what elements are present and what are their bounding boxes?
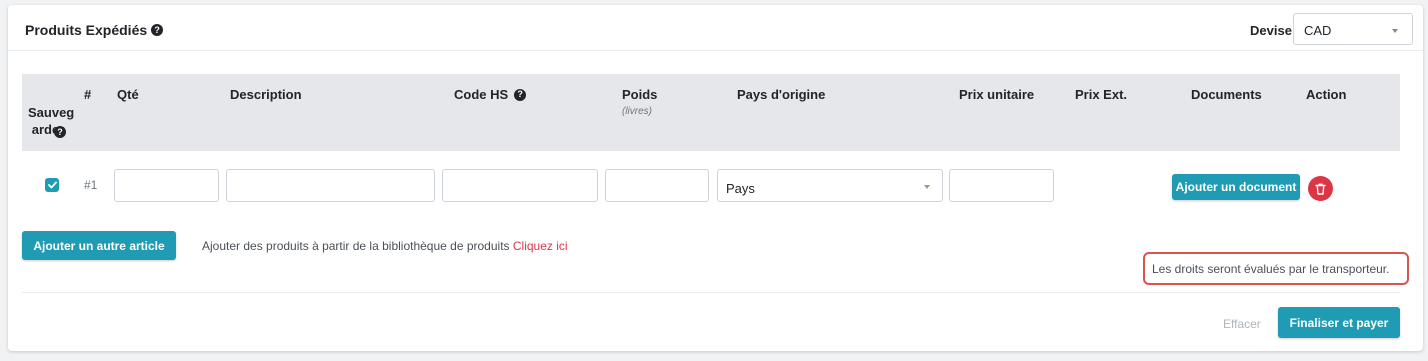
currency-select[interactable]: CAD — [1293, 13, 1413, 45]
footer-divider — [22, 292, 1400, 293]
column-header-origin[interactable]: Pays d'origine — [737, 87, 825, 102]
origin-country-select[interactable]: Pays — [717, 169, 943, 202]
origin-country-placeholder: Pays — [726, 181, 755, 196]
column-header-description[interactable]: Description — [230, 87, 302, 102]
add-document-button[interactable]: Ajouter un document — [1172, 174, 1300, 200]
check-icon — [47, 181, 57, 189]
question-circle-icon[interactable]: ? — [514, 88, 527, 101]
column-header-unit-price[interactable]: Prix unitaire — [959, 87, 1034, 102]
table-header — [22, 74, 1400, 151]
shipped-products-card: Produits Expédiés ? Devise CAD Sauveg ar… — [8, 5, 1423, 351]
library-link[interactable]: Cliquez ici — [513, 239, 568, 253]
column-header-hs-code-label[interactable]: Code HS — [454, 87, 508, 102]
duties-note: Les droits seront évalués par le transpo… — [1152, 262, 1390, 276]
hs-code-input[interactable] — [442, 169, 598, 202]
trash-icon — [1315, 183, 1326, 195]
unit-price-input[interactable] — [949, 169, 1054, 202]
column-header-number: # — [84, 87, 92, 102]
page-title: Produits Expédiés ? — [25, 22, 164, 38]
question-circle-icon[interactable]: ? — [54, 126, 66, 138]
column-header-save-label: Sauveg arder — [28, 105, 75, 137]
description-input[interactable] — [226, 169, 435, 202]
library-text-label: Ajouter des produits à partir de la bibl… — [202, 239, 510, 253]
currency-select-value: CAD — [1304, 23, 1332, 38]
clear-button[interactable]: Effacer — [1223, 317, 1261, 331]
column-header-weight[interactable]: Poids — [622, 87, 657, 102]
finalize-and-pay-button[interactable]: Finaliser et payer — [1278, 307, 1400, 338]
column-header-documents: Documents — [1191, 87, 1262, 102]
currency-label: Devise — [1250, 23, 1292, 38]
column-header-ext-price[interactable]: Prix Ext. — [1075, 87, 1127, 102]
column-header-weight-unit: (livres) — [622, 106, 652, 117]
weight-input[interactable] — [605, 169, 709, 202]
chevron-down-icon — [924, 185, 930, 189]
card-header: Produits Expédiés ? Devise CAD — [8, 5, 1423, 51]
column-header-action: Action — [1306, 87, 1347, 102]
add-article-button[interactable]: Ajouter un autre article — [22, 231, 176, 260]
page-title-text: Produits Expédiés — [25, 22, 148, 38]
chevron-down-icon — [1392, 29, 1398, 33]
library-text: Ajouter des produits à partir de la bibl… — [202, 239, 568, 253]
column-header-hs-code: Code HS ? — [454, 87, 527, 102]
column-header-qty[interactable]: Qté — [117, 87, 139, 102]
row-number: #1 — [84, 178, 98, 192]
qty-input[interactable] — [114, 169, 219, 202]
delete-row-button[interactable] — [1308, 176, 1333, 201]
save-checkbox[interactable] — [45, 178, 59, 192]
question-circle-icon[interactable]: ? — [151, 24, 164, 36]
